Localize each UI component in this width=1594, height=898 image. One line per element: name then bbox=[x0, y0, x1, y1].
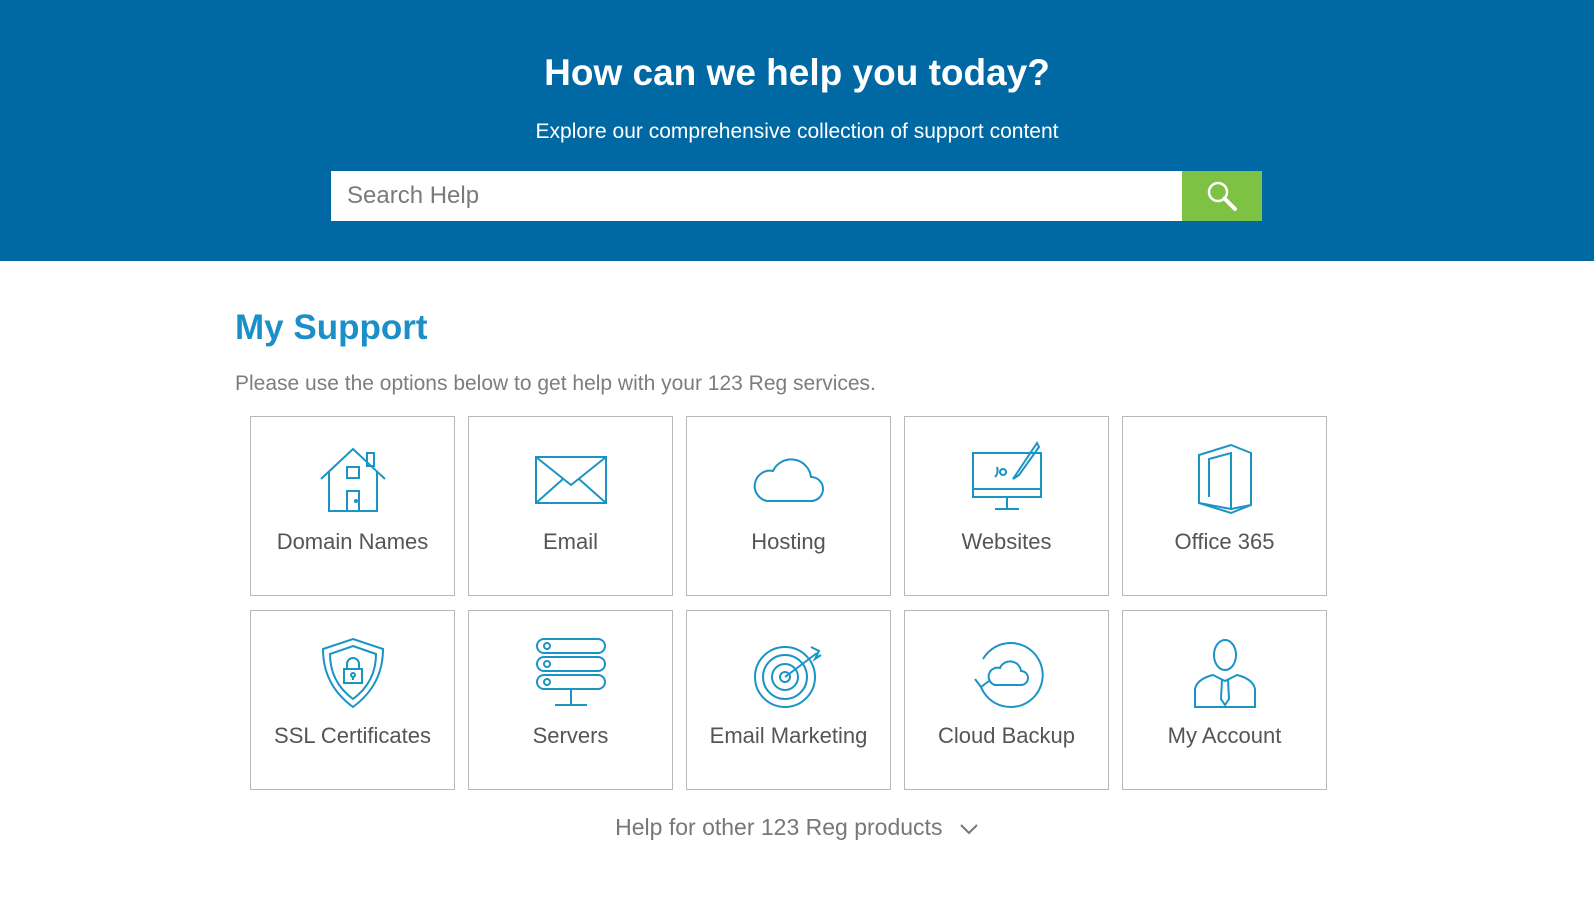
tile-label: SSL Certificates bbox=[274, 723, 431, 748]
search-icon bbox=[1207, 181, 1237, 211]
tile-label: Domain Names bbox=[276, 529, 429, 554]
tile-my-account[interactable]: My Account bbox=[1122, 610, 1327, 790]
tile-label: Cloud Backup bbox=[938, 723, 1075, 748]
tile-label: Servers bbox=[532, 723, 609, 748]
tile-cloud-backup[interactable]: Cloud Backup bbox=[904, 610, 1109, 790]
tile-domain-names[interactable]: Domain Names bbox=[250, 416, 455, 596]
monitor-brush-icon bbox=[967, 439, 1047, 519]
other-products-label: Help for other 123 Reg products bbox=[615, 814, 943, 840]
server-stack-icon bbox=[531, 633, 611, 713]
tile-label: Hosting bbox=[751, 529, 826, 554]
shield-lock-icon bbox=[313, 633, 393, 713]
support-tiles: Domain Names Email Hosting Websites Offi… bbox=[250, 416, 1327, 790]
envelope-icon bbox=[531, 439, 611, 519]
house-icon bbox=[313, 439, 393, 519]
tile-websites[interactable]: Websites bbox=[904, 416, 1109, 596]
section-description: Please use the options below to get help… bbox=[235, 372, 876, 395]
tile-hosting[interactable]: Hosting bbox=[686, 416, 891, 596]
tile-label: Office 365 bbox=[1174, 529, 1275, 554]
office-icon bbox=[1185, 439, 1265, 519]
tile-email-marketing[interactable]: Email Marketing bbox=[686, 610, 891, 790]
cloud-sync-icon bbox=[967, 633, 1047, 713]
cloud-icon bbox=[749, 439, 829, 519]
other-products-toggle[interactable]: Help for other 123 Reg products bbox=[0, 814, 1594, 842]
tile-label: Email bbox=[542, 529, 598, 554]
tile-servers[interactable]: Servers bbox=[468, 610, 673, 790]
tile-ssl-certificates[interactable]: SSL Certificates bbox=[250, 610, 455, 790]
search-bar bbox=[331, 171, 1262, 221]
search-input[interactable] bbox=[331, 171, 1182, 221]
target-icon bbox=[749, 633, 829, 713]
section-title: My Support bbox=[235, 308, 428, 347]
hero-banner: How can we help you today? Explore our c… bbox=[0, 0, 1594, 261]
tile-label: Email Marketing bbox=[709, 723, 868, 748]
tile-office-365[interactable]: Office 365 bbox=[1122, 416, 1327, 596]
search-button[interactable] bbox=[1182, 171, 1262, 221]
tile-email[interactable]: Email bbox=[468, 416, 673, 596]
user-icon bbox=[1185, 633, 1265, 713]
tile-label: Websites bbox=[961, 529, 1052, 554]
chevron-down-icon bbox=[959, 815, 979, 842]
hero-title: How can we help you today? bbox=[544, 52, 1050, 93]
tile-label: My Account bbox=[1167, 723, 1282, 748]
hero-subtitle: Explore our comprehensive collection of … bbox=[535, 120, 1059, 143]
